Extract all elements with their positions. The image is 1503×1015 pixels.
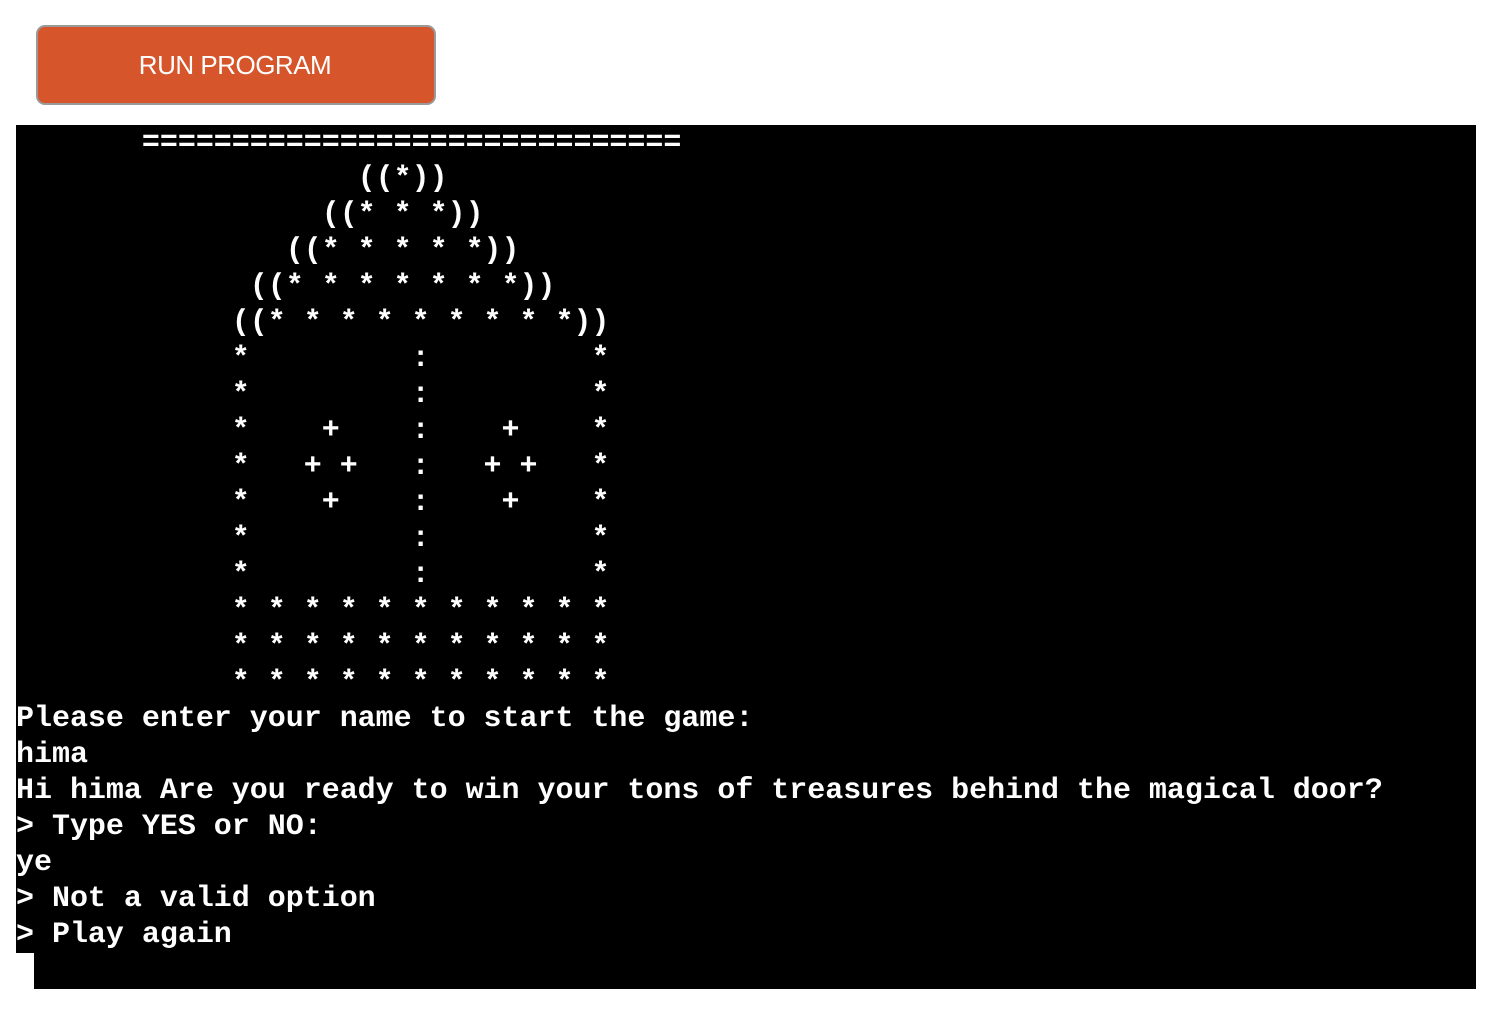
- prompt-yes-no-line: > Type YES or NO:: [16, 810, 322, 844]
- ascii-art-line: ((* * * * * * *)): [16, 270, 556, 304]
- user-input-line: hima: [16, 738, 88, 772]
- terminal-cursor: [16, 953, 34, 989]
- ascii-art-line: * * * * * * * * * * *: [16, 666, 610, 700]
- ascii-art-line: * : *: [16, 378, 610, 412]
- ascii-art-line: * + : + *: [16, 486, 610, 520]
- ascii-art-line: * * * * * * * * * * *: [16, 630, 610, 664]
- ascii-art-line: ((* * *)): [16, 198, 484, 232]
- user-input-line: ye: [16, 846, 52, 880]
- play-again-line: > Play again: [16, 918, 232, 952]
- ascii-art-line: * : *: [16, 558, 610, 592]
- greeting-line: Hi hima Are you ready to win your tons o…: [16, 774, 1383, 808]
- ascii-art-line: * * * * * * * * * * *: [16, 594, 610, 628]
- terminal-output[interactable]: ============================== ((*)) ((*…: [16, 125, 1476, 989]
- ascii-art-line: ((*)): [16, 162, 448, 196]
- terminal-text: ============================== ((*)) ((*…: [16, 125, 1383, 953]
- ascii-art-line: * + : + *: [16, 414, 610, 448]
- ascii-art-line: * + + : + + *: [16, 450, 610, 484]
- ascii-art-line: * : *: [16, 342, 610, 376]
- run-program-button[interactable]: RUN PROGRAM: [36, 25, 436, 105]
- error-line: > Not a valid option: [16, 882, 376, 916]
- ascii-art-line: ==============================: [16, 126, 682, 160]
- ascii-art-line: ((* * * * *)): [16, 234, 520, 268]
- ascii-art-line: * : *: [16, 522, 610, 556]
- prompt-name-line: Please enter your name to start the game…: [16, 702, 754, 736]
- ascii-art-line: ((* * * * * * * * *)): [16, 306, 610, 340]
